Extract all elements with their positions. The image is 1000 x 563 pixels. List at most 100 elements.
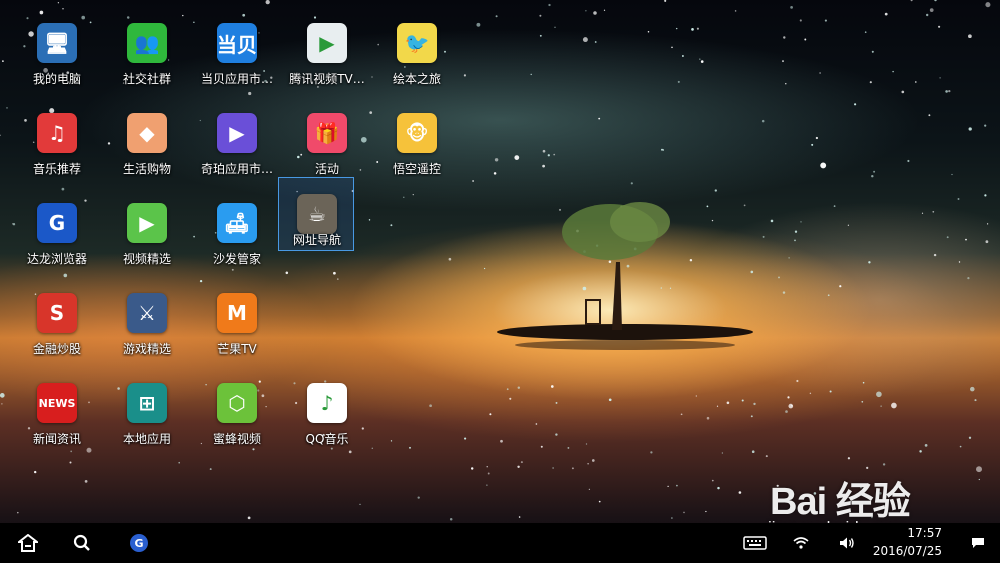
- star: [750, 415, 753, 418]
- qipo-market-icon: ▶: [217, 113, 257, 153]
- star: [61, 187, 65, 191]
- qq-music-icon: ♪: [307, 383, 347, 423]
- star: [530, 73, 532, 76]
- desktop-app-news[interactable]: NEWS 新闻资讯: [14, 379, 100, 457]
- star: [788, 257, 790, 259]
- search-icon[interactable]: [70, 531, 94, 555]
- star: [594, 41, 597, 43]
- star: [809, 392, 812, 395]
- desktop-app-social[interactable]: 👥 社交社群: [104, 19, 190, 97]
- star: [880, 405, 882, 407]
- desktop-app-shopping[interactable]: ◆ 生活购物: [104, 109, 190, 187]
- app-label: 活动: [314, 162, 339, 176]
- desktop-app-sofa-butler[interactable]: 🛋 沙发管家: [194, 199, 280, 277]
- star: [984, 124, 987, 127]
- app-label: 我的电脑: [32, 72, 81, 86]
- star: [514, 155, 520, 160]
- desktop-app-url-nav[interactable]: ☕ 网址导航: [278, 177, 354, 251]
- desktop-app-mango-tv[interactable]: M 芒果TV: [194, 289, 280, 367]
- star: [598, 500, 601, 503]
- mango-tv-icon: M: [217, 293, 257, 333]
- star: [785, 83, 787, 85]
- star: [390, 440, 393, 442]
- news-icon: NEWS: [37, 383, 77, 423]
- star: [647, 31, 650, 33]
- star: [553, 153, 556, 156]
- wukong-remote-icon: 🐵: [397, 113, 437, 153]
- desktop-app-bee-video[interactable]: ⬡ 蜜蜂视频: [194, 379, 280, 457]
- volume-icon[interactable]: [835, 531, 859, 555]
- star: [417, 496, 420, 499]
- star: [39, 10, 44, 15]
- clock-time: 17:57: [907, 526, 942, 540]
- star: [371, 76, 373, 78]
- star: [970, 386, 975, 392]
- star: [921, 212, 924, 214]
- star: [509, 397, 512, 400]
- star: [603, 9, 606, 11]
- star: [681, 55, 684, 57]
- star: [948, 89, 951, 93]
- app-label: 达龙浏览器: [26, 252, 87, 266]
- island-tree: [497, 202, 753, 350]
- star: [714, 189, 717, 192]
- star: [741, 399, 744, 402]
- star: [585, 443, 588, 445]
- app-label: 奇珀应用市…: [200, 162, 273, 176]
- star: [689, 258, 693, 262]
- star: [571, 467, 574, 470]
- desktop-app-music[interactable]: ♫ 音乐推荐: [14, 109, 100, 187]
- star: [957, 198, 960, 200]
- star: [734, 10, 737, 12]
- browser-icon[interactable]: G: [127, 531, 151, 555]
- star: [608, 260, 612, 263]
- desktop-app-wukong-remote[interactable]: 🐵 悟空遥控: [374, 109, 460, 187]
- home-icon[interactable]: [16, 531, 40, 555]
- desktop-app-game-select[interactable]: ⚔ 游戏精选: [104, 289, 190, 367]
- star: [470, 467, 474, 470]
- star: [782, 291, 786, 294]
- star: [788, 403, 794, 409]
- star: [539, 34, 542, 37]
- desktop-app-dangbei-market[interactable]: 当贝 当贝应用市…: [194, 19, 280, 97]
- star: [429, 404, 432, 408]
- star: [753, 402, 756, 406]
- desktop-app-finance[interactable]: S 金融炒股: [14, 289, 100, 367]
- star: [854, 103, 857, 106]
- desktop-app-local-apps[interactable]: ⊞ 本地应用: [104, 379, 190, 457]
- desktop-app-tencent-video[interactable]: ▶ 腾讯视频TV…: [284, 19, 370, 97]
- desktop-app-qipo-market[interactable]: ▶ 奇珀应用市…: [194, 109, 280, 187]
- star: [869, 81, 872, 84]
- sofa-butler-icon: 🛋: [217, 203, 257, 243]
- star: [847, 224, 850, 226]
- desktop-app-video-select[interactable]: ▶ 视频精选: [104, 199, 190, 277]
- star: [968, 127, 972, 131]
- star: [409, 446, 411, 449]
- star: [965, 238, 967, 241]
- star: [833, 205, 836, 207]
- star: [626, 264, 630, 268]
- desktop-app-computer[interactable]: 🖥 我的电脑: [14, 19, 100, 97]
- star: [824, 19, 827, 22]
- desktop-app-dalong-browser[interactable]: G 达龙浏览器: [14, 199, 100, 277]
- app-label: 沙发管家: [212, 252, 261, 266]
- wifi-icon[interactable]: [789, 531, 813, 555]
- notifications-icon[interactable]: [966, 531, 990, 555]
- star: [794, 230, 798, 233]
- star: [699, 58, 701, 60]
- star: [984, 194, 987, 197]
- star: [486, 484, 488, 486]
- star: [336, 278, 339, 280]
- app-label: 蜜蜂视频: [212, 432, 261, 446]
- keyboard-icon[interactable]: [742, 531, 768, 555]
- star: [907, 159, 910, 163]
- star: [790, 6, 793, 9]
- star: [494, 158, 499, 162]
- star: [585, 10, 587, 12]
- star: [876, 391, 882, 398]
- star: [517, 465, 520, 469]
- desktop-app-picture-book[interactable]: 🐦 绘本之旅: [374, 19, 460, 97]
- desktop-app-qq-music[interactable]: ♪ QQ音乐: [284, 379, 370, 457]
- desktop-app-gift[interactable]: 🎁 活动: [284, 109, 370, 187]
- svg-text:G: G: [134, 537, 143, 550]
